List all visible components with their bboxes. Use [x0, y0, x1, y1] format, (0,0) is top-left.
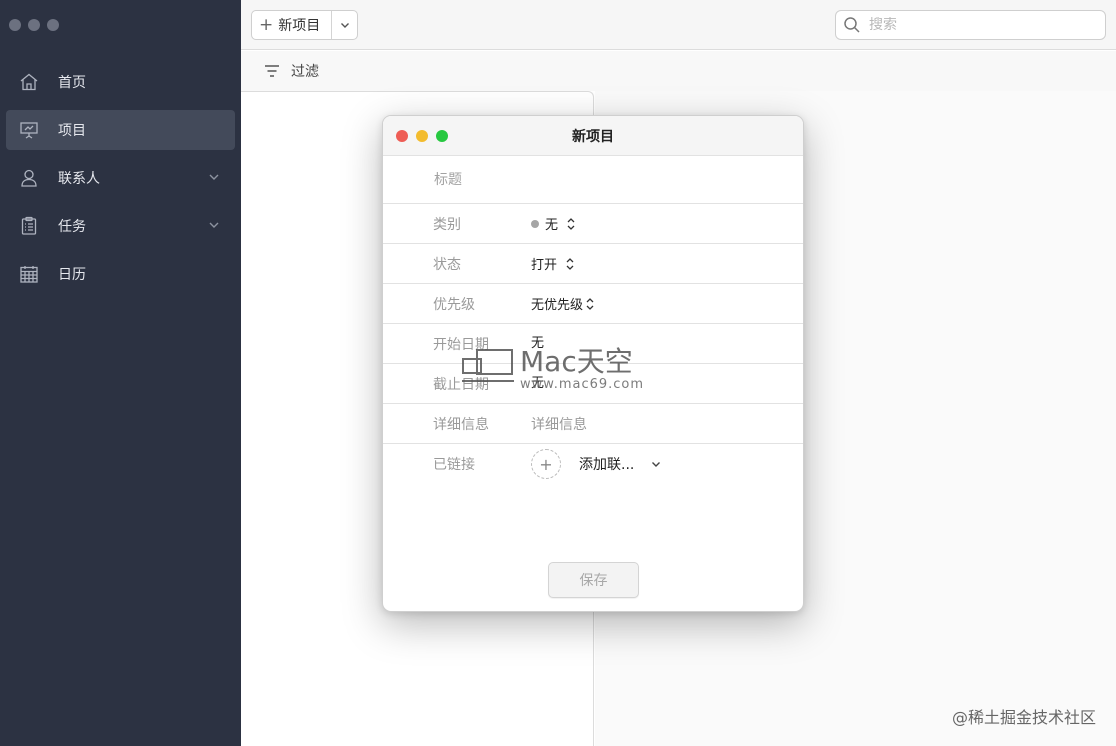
- sidebar-item-label: 日历: [58, 267, 86, 283]
- updown-chevron-icon: [586, 297, 594, 310]
- dialog-titlebar: 新项目: [383, 116, 803, 156]
- filter-button[interactable]: 过滤: [263, 61, 319, 81]
- sidebar: 首页 项目 联系人 任务 日历: [0, 0, 241, 746]
- chevron-down-icon[interactable]: [650, 458, 662, 470]
- category-label: 类别: [433, 216, 461, 233]
- presentation-icon: [18, 119, 40, 141]
- linked-label: 已链接: [433, 457, 475, 473]
- filter-label: 过滤: [291, 64, 319, 80]
- zoom-window-button[interactable]: [47, 19, 59, 31]
- status-select[interactable]: 打开: [531, 254, 575, 273]
- priority-select[interactable]: 无优先级: [531, 294, 595, 313]
- chevron-down-icon: [340, 23, 349, 28]
- sidebar-item-calendar[interactable]: 日历: [6, 254, 235, 294]
- dialog-close-button[interactable]: [396, 130, 408, 142]
- details-label: 详细信息: [433, 416, 489, 433]
- footer-watermark: @稀土掘金技术社区: [951, 708, 1096, 727]
- save-button[interactable]: 保存: [548, 562, 639, 598]
- category-color-dot: [531, 219, 539, 228]
- sidebar-item-label: 联系人: [58, 171, 100, 187]
- status-row: 状态 打开: [383, 244, 803, 284]
- filter-icon: [265, 65, 279, 77]
- details-input[interactable]: 详细信息: [531, 414, 587, 434]
- sidebar-item-label: 任务: [58, 219, 86, 235]
- chevron-down-icon[interactable]: [207, 218, 221, 232]
- search-icon: [844, 17, 860, 33]
- clipboard-icon: [18, 215, 40, 237]
- category-select[interactable]: 无: [531, 214, 576, 233]
- new-project-button[interactable]: + 新项目: [252, 11, 332, 39]
- sidebar-item-projects[interactable]: 项目: [6, 110, 235, 150]
- title-input[interactable]: [434, 171, 754, 188]
- category-value: 无: [545, 218, 559, 233]
- sidebar-nav: 首页 项目 联系人 任务 日历: [0, 62, 241, 302]
- priority-value: 无优先级: [531, 298, 584, 313]
- close-window-button[interactable]: [9, 19, 21, 31]
- chevron-down-icon[interactable]: [207, 170, 221, 184]
- dialog-minimize-button[interactable]: [416, 130, 428, 142]
- watermark-brand: Mac天空: [520, 345, 633, 378]
- search-input[interactable]: [869, 17, 1089, 33]
- watermark-site: www.mac69.com: [520, 377, 645, 392]
- calendar-icon: [18, 263, 40, 285]
- window-controls: [9, 19, 59, 31]
- sidebar-item-label: 项目: [58, 123, 86, 139]
- home-icon: [18, 71, 40, 93]
- category-row: 类别 无: [383, 204, 803, 244]
- new-project-split-button: + 新项目: [251, 10, 358, 40]
- filter-bar: 过滤: [241, 51, 1116, 91]
- status-label: 状态: [433, 256, 461, 273]
- add-link-control[interactable]: + 添加联...: [531, 449, 662, 479]
- priority-label: 优先级: [433, 296, 475, 313]
- plus-icon: +: [259, 14, 274, 35]
- updown-chevron-icon: [567, 217, 575, 230]
- dialog-title: 新项目: [572, 128, 614, 145]
- watermark-text: Mac天空 www.mac69.com: [520, 345, 645, 393]
- updown-chevron-icon: [566, 257, 574, 270]
- sidebar-item-tasks[interactable]: 任务: [6, 206, 235, 246]
- dialog-zoom-button[interactable]: [436, 130, 448, 142]
- toolbar: + 新项目: [241, 0, 1116, 50]
- search-field[interactable]: [835, 10, 1106, 40]
- new-project-label: 新项目: [278, 18, 321, 34]
- monitor-logo-icon: [462, 349, 514, 382]
- add-link-button[interactable]: +: [531, 449, 561, 479]
- sidebar-item-contacts[interactable]: 联系人: [6, 158, 235, 198]
- watermark: Mac天空 www.mac69.com: [460, 347, 644, 392]
- sidebar-item-home[interactable]: 首页: [6, 62, 235, 102]
- new-project-dropdown[interactable]: [332, 11, 357, 39]
- dialog-window-controls: [396, 130, 448, 142]
- person-icon: [18, 167, 40, 189]
- linked-row: 已链接 + 添加联...: [383, 444, 803, 484]
- minimize-window-button[interactable]: [28, 19, 40, 31]
- details-row: 详细信息 详细信息: [383, 404, 803, 444]
- add-link-label: 添加联...: [579, 457, 635, 473]
- priority-row: 优先级 无优先级: [383, 284, 803, 324]
- status-value: 打开: [531, 258, 558, 273]
- title-row: [383, 156, 803, 204]
- sidebar-item-label: 首页: [58, 75, 86, 91]
